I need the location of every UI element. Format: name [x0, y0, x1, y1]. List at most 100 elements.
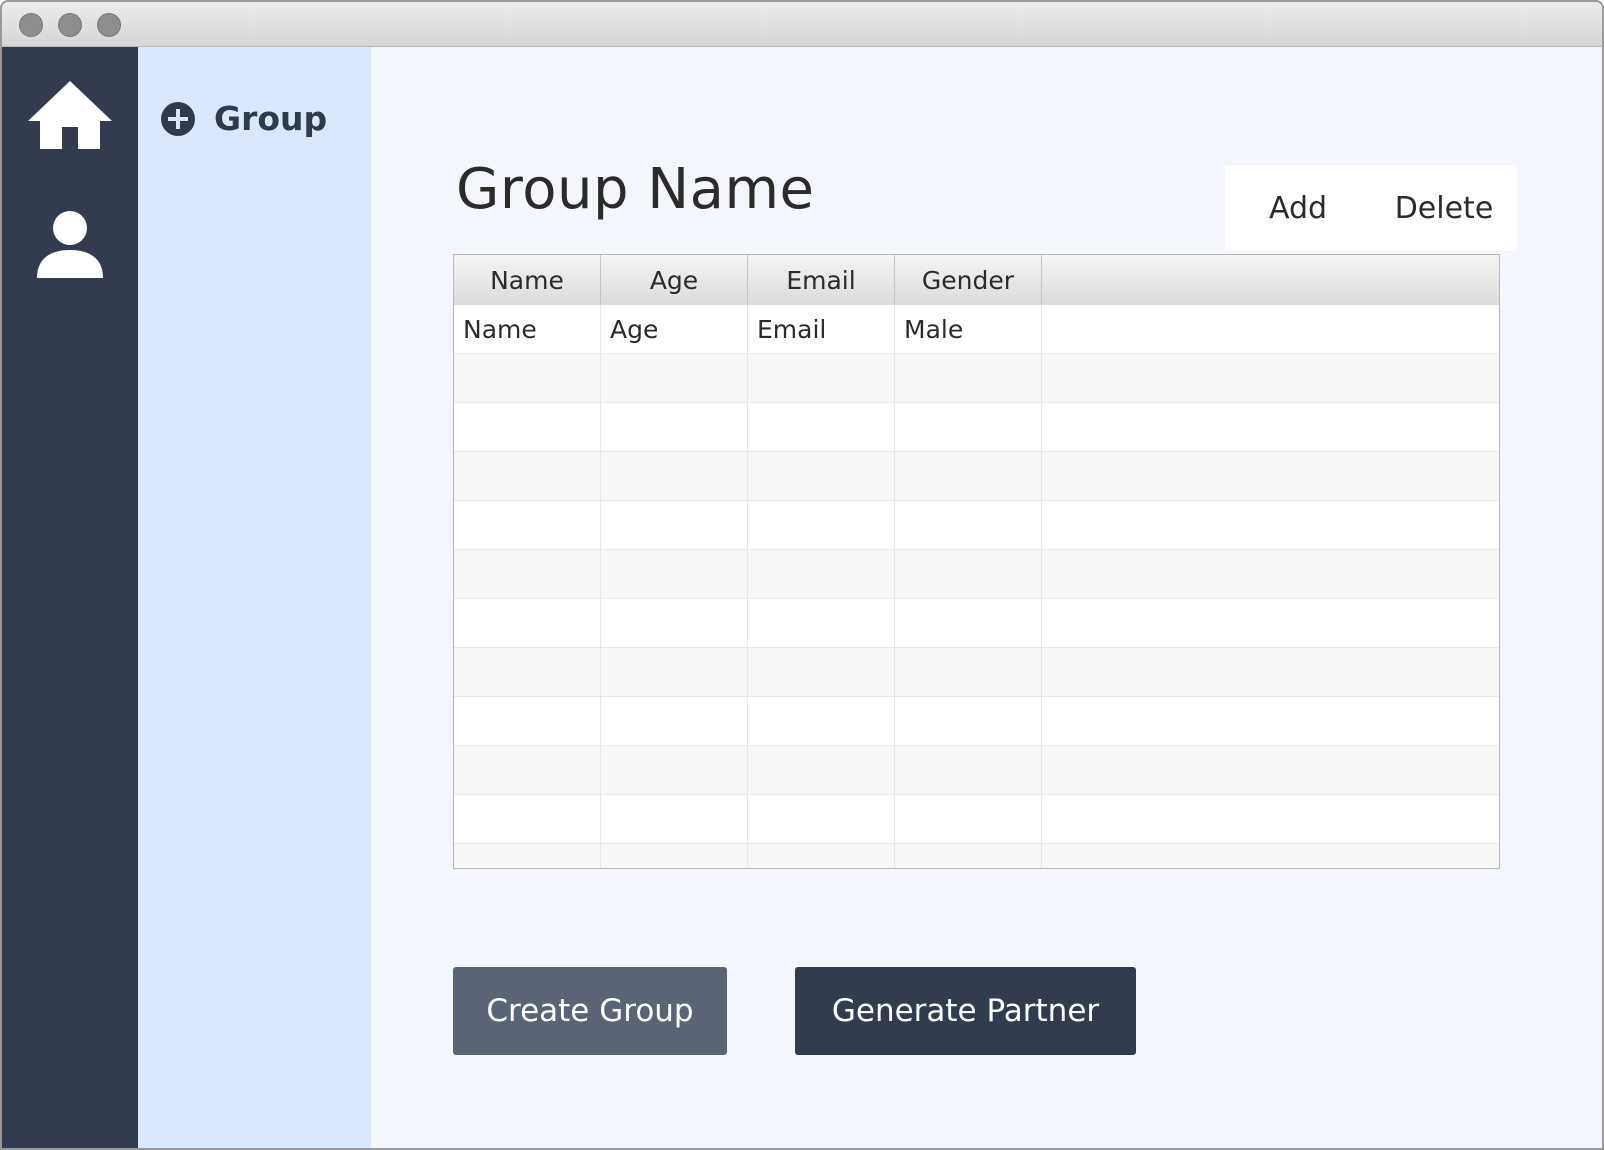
cell-gender — [895, 403, 1042, 451]
main-content: Group Name Add Delete Name Age Email Gen… — [371, 47, 1602, 1148]
column-header-name[interactable]: Name — [454, 255, 601, 305]
cell-email — [748, 746, 895, 794]
cell-filler — [1042, 746, 1499, 794]
add-group-label: Group — [214, 99, 328, 138]
column-header-gender[interactable]: Gender — [895, 255, 1042, 305]
cell-age: Age — [601, 305, 748, 353]
cell-gender — [895, 452, 1042, 500]
table-row[interactable] — [454, 844, 1499, 868]
cell-gender — [895, 844, 1042, 868]
table-row[interactable] — [454, 746, 1499, 795]
cell-email: Email — [748, 305, 895, 353]
home-nav-button[interactable] — [2, 75, 138, 155]
add-button[interactable]: Add — [1225, 165, 1371, 251]
cell-name — [454, 697, 601, 745]
user-icon — [37, 211, 103, 278]
cell-filler — [1042, 844, 1499, 868]
cell-gender — [895, 697, 1042, 745]
cell-name — [454, 746, 601, 794]
table-row[interactable] — [454, 452, 1499, 501]
table-row[interactable] — [454, 599, 1499, 648]
cell-email — [748, 354, 895, 402]
table-row[interactable]: Name Age Email Male — [454, 305, 1499, 354]
cell-email — [748, 648, 895, 696]
cell-age — [601, 354, 748, 402]
cell-gender — [895, 746, 1042, 794]
table-row[interactable] — [454, 550, 1499, 599]
cell-age — [601, 599, 748, 647]
cell-age — [601, 452, 748, 500]
plus-circle-icon — [161, 101, 195, 136]
cell-filler — [1042, 599, 1499, 647]
delete-button[interactable]: Delete — [1371, 165, 1517, 251]
close-button[interactable] — [19, 13, 43, 37]
cell-age — [601, 844, 748, 868]
cell-name — [454, 599, 601, 647]
cell-gender — [895, 795, 1042, 843]
table-header: Name Age Email Gender — [454, 255, 1499, 306]
table-row[interactable] — [454, 697, 1499, 746]
title-bar[interactable] — [2, 2, 1602, 47]
cell-filler — [1042, 354, 1499, 402]
cell-filler — [1042, 452, 1499, 500]
column-header-filler — [1042, 255, 1499, 305]
cell-age — [601, 746, 748, 794]
cell-email — [748, 795, 895, 843]
table-row[interactable] — [454, 648, 1499, 697]
cell-age — [601, 697, 748, 745]
cell-filler — [1042, 550, 1499, 598]
cell-gender — [895, 599, 1042, 647]
cell-name — [454, 648, 601, 696]
side-panel: Group — [138, 47, 371, 1148]
cell-filler — [1042, 697, 1499, 745]
cell-email — [748, 697, 895, 745]
table-row[interactable] — [454, 403, 1499, 452]
table-row[interactable] — [454, 501, 1499, 550]
cell-email — [748, 403, 895, 451]
members-table[interactable]: Name Age Email Gender Name Age Email Mal… — [453, 254, 1500, 869]
cell-age — [601, 501, 748, 549]
cell-filler — [1042, 648, 1499, 696]
cell-name — [454, 550, 601, 598]
cell-gender — [895, 550, 1042, 598]
cell-name — [454, 403, 601, 451]
page-title: Group Name — [456, 157, 815, 222]
home-icon — [28, 81, 112, 149]
cell-gender — [895, 354, 1042, 402]
cell-gender — [895, 648, 1042, 696]
nav-bar — [2, 47, 138, 1148]
cell-email — [748, 452, 895, 500]
cell-age — [601, 550, 748, 598]
table-body: Name Age Email Male — [454, 305, 1499, 868]
cell-name — [454, 795, 601, 843]
create-group-button[interactable]: Create Group — [453, 967, 727, 1055]
cell-age — [601, 795, 748, 843]
cell-name — [454, 501, 601, 549]
cell-age — [601, 403, 748, 451]
cell-filler — [1042, 501, 1499, 549]
cell-name — [454, 354, 601, 402]
cell-gender — [895, 501, 1042, 549]
cell-email — [748, 844, 895, 868]
cell-filler — [1042, 403, 1499, 451]
user-nav-button[interactable] — [2, 205, 138, 285]
cell-email — [748, 550, 895, 598]
app-window: Group Group Name Add Delete Name Age Ema… — [0, 0, 1604, 1150]
minimize-button[interactable] — [58, 13, 82, 37]
cell-gender: Male — [895, 305, 1042, 353]
add-group-button[interactable]: Group — [160, 99, 327, 138]
cell-email — [748, 599, 895, 647]
cell-name — [454, 844, 601, 868]
column-header-age[interactable]: Age — [601, 255, 748, 305]
cell-email — [748, 501, 895, 549]
generate-partner-button[interactable]: Generate Partner — [795, 967, 1136, 1055]
zoom-button[interactable] — [97, 13, 121, 37]
cell-name: Name — [454, 305, 601, 353]
cell-filler — [1042, 795, 1499, 843]
cell-name — [454, 452, 601, 500]
column-header-email[interactable]: Email — [748, 255, 895, 305]
table-row[interactable] — [454, 795, 1499, 844]
cell-filler — [1042, 305, 1499, 353]
table-row[interactable] — [454, 354, 1499, 403]
cell-age — [601, 648, 748, 696]
